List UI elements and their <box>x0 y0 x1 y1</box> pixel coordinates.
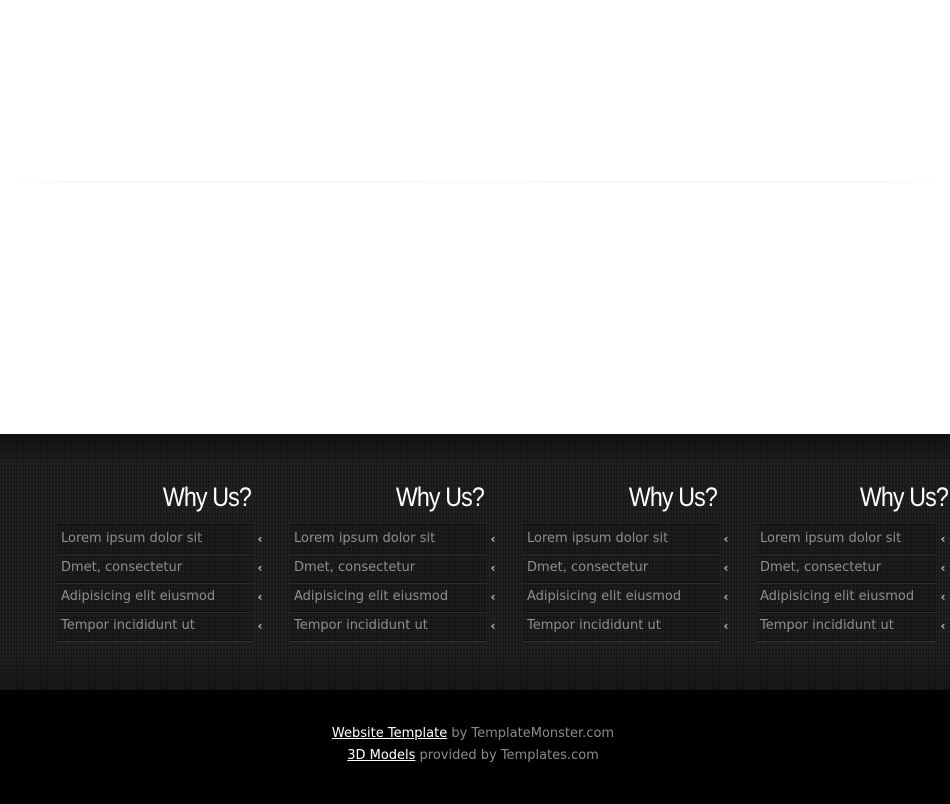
chevron-left-icon: ‹ <box>490 590 496 604</box>
list-item-label[interactable]: Adipisicing elit eiusmod <box>760 583 914 611</box>
list-item[interactable]: Dmet, consectetur ‹ <box>523 554 728 583</box>
list-item[interactable]: Lorem ipsum dolor sit ‹ <box>57 525 262 554</box>
list-item[interactable]: Dmet, consectetur ‹ <box>290 554 495 583</box>
list-item-label[interactable]: Dmet, consectetur <box>527 554 648 582</box>
footer-credit-text: by TemplateMonster.com <box>447 726 615 741</box>
chevron-left-icon: ‹ <box>257 619 263 633</box>
list-item[interactable]: Tempor incididunt ut ‹ <box>756 612 945 641</box>
website-template-link[interactable]: Website Template <box>332 726 447 741</box>
list-item-label[interactable]: Dmet, consectetur <box>61 554 182 582</box>
why-us-column: Why Us? Lorem ipsum dolor sit ‹ Dmet, co… <box>57 478 262 641</box>
chevron-left-icon: ‹ <box>257 532 263 546</box>
footer-credit-text: provided by Templates.com <box>415 748 599 763</box>
list-item[interactable]: Adipisicing elit eiusmod ‹ <box>523 583 728 612</box>
chevron-left-icon: ‹ <box>940 561 946 575</box>
column-title: Why Us? <box>859 482 949 512</box>
column-title: Why Us? <box>162 482 252 512</box>
list-item-label[interactable]: Dmet, consectetur <box>760 554 881 582</box>
chevron-left-icon: ‹ <box>723 532 729 546</box>
chevron-left-icon: ‹ <box>490 561 496 575</box>
list-item-label[interactable]: Tempor incididunt ut <box>294 612 428 640</box>
list-item[interactable]: Tempor incididunt ut ‹ <box>290 612 495 641</box>
footer-credit-template: Website Template by TemplateMonster.com <box>0 726 946 741</box>
list-item[interactable]: Adipisicing elit eiusmod ‹ <box>756 583 945 612</box>
why-us-column: Why Us? Lorem ipsum dolor sit ‹ Dmet, co… <box>523 478 728 641</box>
list-item[interactable]: Adipisicing elit eiusmod ‹ <box>290 583 495 612</box>
link-list: Lorem ipsum dolor sit ‹ Dmet, consectetu… <box>57 524 262 641</box>
chevron-left-icon: ‹ <box>257 590 263 604</box>
column-title: Why Us? <box>628 482 718 512</box>
list-item-label[interactable]: Tempor incididunt ut <box>527 612 661 640</box>
chevron-left-icon: ‹ <box>723 619 729 633</box>
list-item[interactable]: Lorem ipsum dolor sit ‹ <box>523 525 728 554</box>
link-list: Lorem ipsum dolor sit ‹ Dmet, consectetu… <box>290 524 495 641</box>
chevron-left-icon: ‹ <box>940 619 946 633</box>
list-item-label[interactable]: Lorem ipsum dolor sit <box>61 525 202 553</box>
divider <box>0 181 950 183</box>
list-item[interactable]: Dmet, consectetur ‹ <box>756 554 945 583</box>
list-item-label[interactable]: Tempor incididunt ut <box>61 612 195 640</box>
list-item[interactable]: Tempor incididunt ut ‹ <box>523 612 728 641</box>
why-us-column: Why Us? Lorem ipsum dolor sit ‹ Dmet, co… <box>290 478 495 641</box>
list-item[interactable]: Adipisicing elit eiusmod ‹ <box>57 583 262 612</box>
list-item-label[interactable]: Adipisicing elit eiusmod <box>527 583 681 611</box>
list-item-label[interactable]: Adipisicing elit eiusmod <box>61 583 215 611</box>
list-item-label[interactable]: Tempor incididunt ut <box>760 612 894 640</box>
list-item-label[interactable]: Lorem ipsum dolor sit <box>527 525 668 553</box>
list-item-label[interactable]: Lorem ipsum dolor sit <box>294 525 435 553</box>
why-us-column: Why Us? Lorem ipsum dolor sit ‹ Dmet, co… <box>756 478 949 641</box>
chevron-left-icon: ‹ <box>940 590 946 604</box>
chevron-left-icon: ‹ <box>940 532 946 546</box>
3d-models-link[interactable]: 3D Models <box>347 748 415 763</box>
list-item-label[interactable]: Adipisicing elit eiusmod <box>294 583 448 611</box>
footer: Website Template by TemplateMonster.com … <box>0 690 950 804</box>
list-item[interactable]: Dmet, consectetur ‹ <box>57 554 262 583</box>
link-list: Lorem ipsum dolor sit ‹ Dmet, consectetu… <box>756 524 945 641</box>
chevron-left-icon: ‹ <box>723 590 729 604</box>
chevron-left-icon: ‹ <box>490 532 496 546</box>
list-item[interactable]: Lorem ipsum dolor sit ‹ <box>756 525 945 554</box>
list-item[interactable]: Lorem ipsum dolor sit ‹ <box>290 525 495 554</box>
list-item[interactable]: Tempor incididunt ut ‹ <box>57 612 262 641</box>
footer-credit-models: 3D Models provided by Templates.com <box>0 748 946 763</box>
list-item-label[interactable]: Dmet, consectetur <box>294 554 415 582</box>
chevron-left-icon: ‹ <box>257 561 263 575</box>
chevron-left-icon: ‹ <box>723 561 729 575</box>
column-title: Why Us? <box>395 482 485 512</box>
chevron-left-icon: ‹ <box>490 619 496 633</box>
list-item-label[interactable]: Lorem ipsum dolor sit <box>760 525 901 553</box>
link-list: Lorem ipsum dolor sit ‹ Dmet, consectetu… <box>523 524 728 641</box>
blank-content-area <box>0 0 950 434</box>
